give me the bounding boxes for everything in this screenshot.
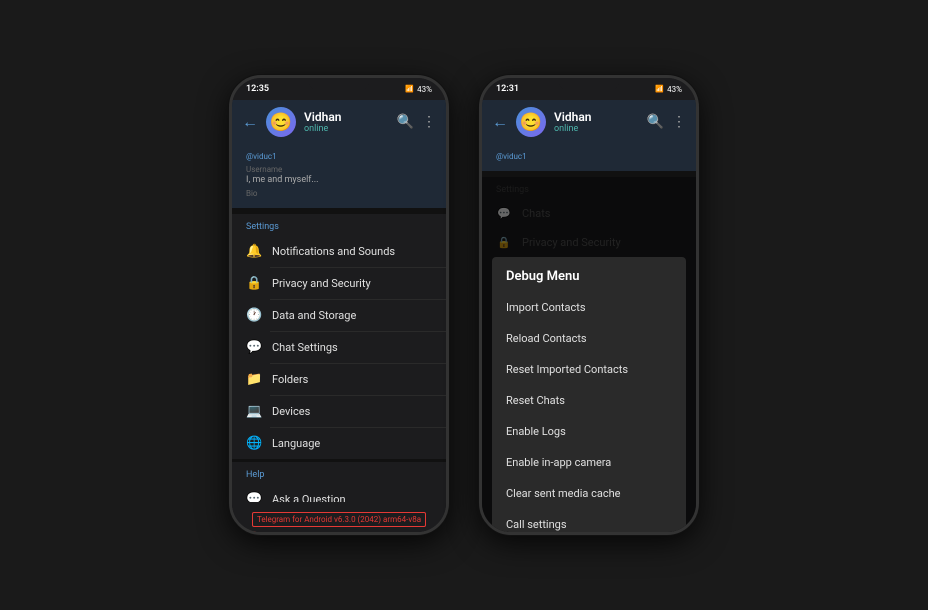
status-icons-right: 📶 43% [655,85,682,94]
notifications-label: Notifications and Sounds [272,245,395,258]
chat-label: Chat Settings [272,341,338,354]
version-bar-left: Telegram for Android v6.3.0 (2042) arm64… [232,502,446,532]
language-label: Language [272,437,320,450]
help-label-left: Help [232,462,446,484]
phone-right: 12:31 📶 43% ← 😊 Vidhan online 🔍 ⋮ @viduc… [479,75,699,535]
header-actions-left: 🔍 ⋮ [397,114,436,130]
menu-item-privacy[interactable]: 🔒 Privacy and Security [232,268,446,299]
profile-bio-text: I, me and myself... [246,175,432,185]
time-left: 12:35 [246,84,269,94]
menu-item-data[interactable]: 🕐 Data and Storage [232,300,446,331]
folders-label: Folders [272,373,308,386]
debug-menu: Debug Menu Import Contacts Reload Contac… [492,257,686,535]
more-icon-left[interactable]: ⋮ [422,114,436,130]
debug-item-clear-cache[interactable]: Clear sent media cache [492,478,686,509]
data-label: Data and Storage [272,309,356,322]
folders-icon: 📁 [246,372,262,387]
avatar-emoji-left: 😊 [270,112,292,133]
phone-left-body: 12:35 📶 43% ← 😊 Vidhan online 🔍 ⋮ @viduc… [229,75,449,535]
app-header-right: ← 😊 Vidhan online 🔍 ⋮ [482,100,696,144]
menu-item-chat[interactable]: 💬 Chat Settings [232,332,446,363]
debug-item-reset-imported[interactable]: Reset Imported Contacts [492,354,686,385]
profile-section-left: @viduc1 Username I, me and myself... Bio [232,144,446,208]
data-icon: 🕐 [246,308,262,323]
privacy-label: Privacy and Security [272,277,371,290]
menu-item-folders[interactable]: 📁 Folders [232,364,446,395]
version-text-left: Telegram for Android v6.3.0 (2042) arm64… [252,512,426,527]
profile-username-note: Username [246,165,432,174]
menu-item-devices[interactable]: 💻 Devices [232,396,446,427]
phone-content-right: Settings 💬 Chats 🔒 Privacy and Security … [482,177,696,535]
notch-left [309,78,369,90]
debug-item-reset-chats[interactable]: Reset Chats [492,385,686,416]
avatar-right: 😊 [516,107,546,137]
debug-item-call-settings[interactable]: Call settings [492,509,686,535]
header-info-left: Vidhan online [304,110,389,134]
language-icon: 🌐 [246,436,262,451]
wifi-icon-right: 📶 [655,85,664,93]
status-icons-left: 📶 43% [405,85,432,94]
header-info-right: Vidhan online [554,110,639,134]
header-name-left: Vidhan [304,110,389,124]
debug-item-enable-camera[interactable]: Enable in-app camera [492,447,686,478]
phone-left: 12:35 📶 43% ← 😊 Vidhan online 🔍 ⋮ @viduc… [229,75,449,535]
menu-item-language[interactable]: 🌐 Language [232,428,446,459]
profile-username-left: @viduc1 [246,152,432,161]
settings-label-left: Settings [232,214,446,236]
more-icon-right[interactable]: ⋮ [672,114,686,130]
header-status-left: online [304,124,389,134]
battery-icon-right: 43% [667,85,682,94]
debug-menu-title: Debug Menu [492,257,686,292]
devices-icon: 💻 [246,404,262,419]
debug-overlay: Debug Menu Import Contacts Reload Contac… [482,177,696,535]
notch-right [559,78,619,90]
header-name-right: Vidhan [554,110,639,124]
debug-item-import-contacts[interactable]: Import Contacts [492,292,686,323]
devices-label: Devices [272,405,310,418]
notifications-icon: 🔔 [246,244,262,259]
debug-item-enable-logs[interactable]: Enable Logs [492,416,686,447]
search-icon-left[interactable]: 🔍 [397,114,414,130]
profile-username-right: @viduc1 [496,152,682,161]
header-actions-right: 🔍 ⋮ [647,114,686,130]
search-icon-right[interactable]: 🔍 [647,114,664,130]
app-header-left: ← 😊 Vidhan online 🔍 ⋮ [232,100,446,144]
menu-item-notifications[interactable]: 🔔 Notifications and Sounds [232,236,446,267]
avatar-emoji-right: 😊 [520,112,542,133]
debug-item-reload-contacts[interactable]: Reload Contacts [492,323,686,354]
battery-icon: 43% [417,85,432,94]
time-right: 12:31 [496,84,519,94]
wifi-icon: 📶 [405,85,414,93]
profile-bio-label: Bio [246,189,432,198]
profile-section-right: @viduc1 [482,144,696,171]
header-status-right: online [554,124,639,134]
chat-icon: 💬 [246,340,262,355]
avatar-left: 😊 [266,107,296,137]
back-button-right[interactable]: ← [492,112,508,132]
phone-right-body: 12:31 📶 43% ← 😊 Vidhan online 🔍 ⋮ @viduc… [479,75,699,535]
phone-content-left: Settings 🔔 Notifications and Sounds 🔒 Pr… [232,214,446,535]
privacy-icon: 🔒 [246,276,262,291]
back-button-left[interactable]: ← [242,112,258,132]
